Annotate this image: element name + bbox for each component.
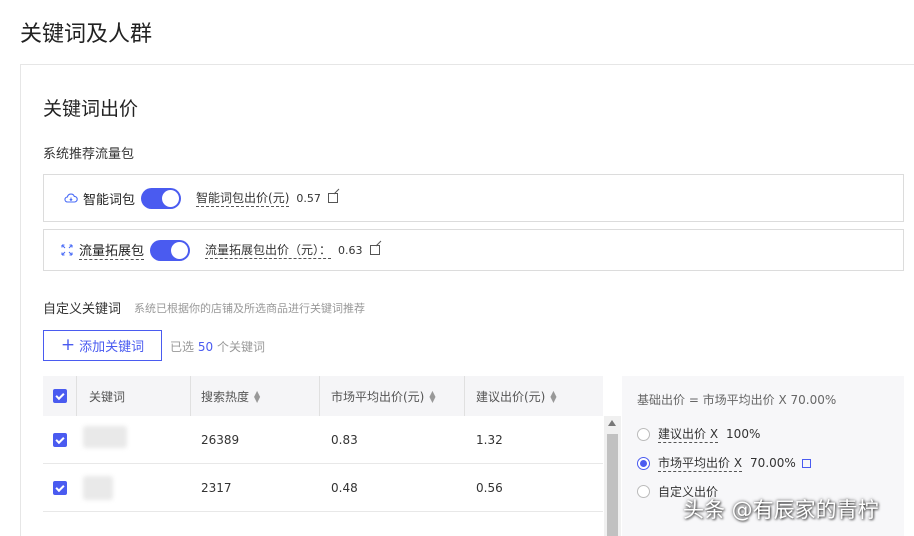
edit-icon[interactable] xyxy=(369,245,380,255)
recommended-packages-title: 系统推荐流量包 xyxy=(43,147,135,162)
edit-icon[interactable] xyxy=(327,193,338,203)
row-heat: 2317 xyxy=(201,480,232,495)
custom-keywords-hint: 系统已根据你的店铺及所选商品进行关键词推荐 xyxy=(134,302,365,315)
row-checkbox[interactable] xyxy=(53,433,67,447)
table-header: 关键词 搜索热度 ▲ ▼ 市场平均出价(元) ▲ ▼ 建议出价(元) ▲ ▼ xyxy=(43,376,603,416)
column-keyword: 关键词 xyxy=(89,389,126,404)
row-avg-bid: 0.83 xyxy=(331,432,358,447)
row-avg-bid: 0.48 xyxy=(331,480,358,495)
base-bid-formula: 基础出价 = 市场平均出价 X 70.00% xyxy=(637,393,837,407)
sort-icon: ▲ ▼ xyxy=(429,389,436,404)
sort-icon: ▲ ▼ xyxy=(550,389,557,404)
keyword-text-blurred xyxy=(83,476,113,500)
section-title: 关键词出价 xyxy=(43,98,139,120)
add-keyword-button[interactable]: + 添加关键词 xyxy=(43,330,162,361)
plus-icon: + xyxy=(60,335,76,355)
expansion-package-bid-value: 0.63 xyxy=(338,243,363,257)
edit-icon[interactable] xyxy=(801,458,811,468)
column-avg-bid[interactable]: 市场平均出价(元) ▲ ▼ xyxy=(331,388,436,405)
sort-icon: ▲ ▼ xyxy=(254,389,261,404)
traffic-expansion-package-row: 流量拓展包 流量拓展包出价（元）： 0.63 xyxy=(43,229,904,271)
expansion-package-toggle[interactable] xyxy=(150,239,191,261)
table-scrollbar[interactable] xyxy=(604,416,621,536)
expansion-package-name: 流量拓展包 xyxy=(79,240,145,260)
smart-keyword-package-row: 智能词包 智能词包出价(元) 0.57 xyxy=(43,174,904,222)
keyword-table: 关键词 搜索热度 ▲ ▼ 市场平均出价(元) ▲ ▼ 建议出价(元) ▲ ▼ 26389 0… xyxy=(43,376,603,512)
smart-package-toggle[interactable] xyxy=(141,187,182,209)
table-row: 26389 0.83 1.32 xyxy=(43,416,603,464)
scroll-up-arrow-icon[interactable] xyxy=(608,420,616,426)
column-suggested-bid[interactable]: 建议出价(元) ▲ ▼ xyxy=(476,388,557,405)
expansion-package-bid-label: 流量拓展包出价（元）： xyxy=(205,243,332,259)
table-row: 2317 0.48 0.56 xyxy=(43,464,603,512)
row-suggested-bid: 0.56 xyxy=(476,480,503,495)
expand-arrows-icon xyxy=(60,243,74,257)
row-suggested-bid: 1.32 xyxy=(476,432,503,447)
option-suggested-bid[interactable]: 建议出价 X 100% xyxy=(637,425,760,443)
row-checkbox[interactable] xyxy=(53,481,67,495)
smart-package-bid-label: 智能词包出价(元) xyxy=(196,191,290,207)
select-all-checkbox[interactable] xyxy=(53,389,67,403)
page-title: 关键词及人群 xyxy=(20,22,153,47)
custom-keywords-title: 自定义关键词 xyxy=(43,302,122,317)
row-heat: 26389 xyxy=(201,432,240,447)
radio-market-avg-bid[interactable] xyxy=(637,456,650,470)
keyword-text-blurred xyxy=(83,426,127,448)
smart-package-name: 智能词包 xyxy=(83,192,136,208)
cloud-icon xyxy=(64,191,78,205)
add-keyword-label: 添加关键词 xyxy=(79,340,145,355)
column-search-heat[interactable]: 搜索热度 ▲ ▼ xyxy=(201,388,260,405)
scrollbar-thumb[interactable] xyxy=(607,434,618,536)
watermark: 头条 @有辰家的青柠 xyxy=(683,498,879,522)
selected-count-info: 已选 50 个关键词 xyxy=(170,340,265,354)
selected-count: 50 xyxy=(197,340,214,354)
radio-suggested-bid[interactable] xyxy=(637,427,650,441)
smart-package-bid-value: 0.57 xyxy=(296,191,321,205)
radio-custom-bid[interactable] xyxy=(637,485,650,498)
option-market-avg-bid[interactable]: 市场平均出价 X 70.00% xyxy=(637,454,811,472)
